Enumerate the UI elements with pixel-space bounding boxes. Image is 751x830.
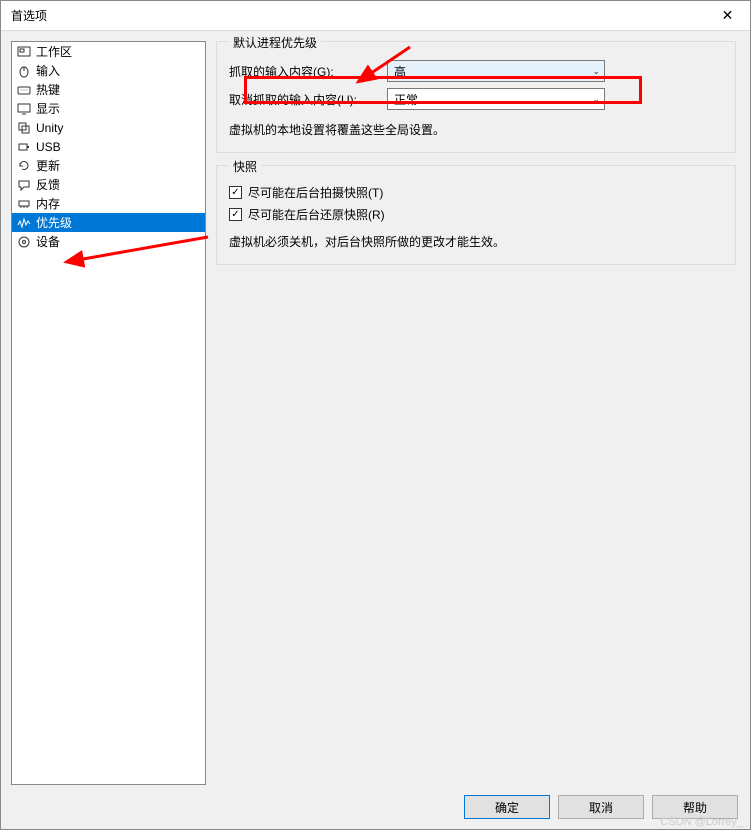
sidebar-item-label: USB [36, 140, 61, 154]
ungrabbed-input-row: 取消抓取的输入内容(U): 正常 ⌄ [229, 85, 723, 113]
priority-group: 默认进程优先级 抓取的输入内容(G): 高 ⌄ 取消抓取的输入内容(U): 正常 [216, 41, 736, 153]
memory-icon [16, 196, 32, 212]
sidebar-item-label: 设备 [36, 233, 60, 250]
bg-restore-row: ✓ 尽可能在后台还原快照(R) [229, 203, 723, 225]
close-icon: ✕ [722, 7, 734, 24]
priority-group-title: 默认进程优先级 [229, 34, 321, 51]
category-sidebar: 工作区 输入 热键 显示 [11, 41, 206, 785]
bg-take-row: ✓ 尽可能在后台拍摄快照(T) [229, 181, 723, 203]
sidebar-item-feedback[interactable]: 反馈 [12, 175, 205, 194]
sidebar-item-label: 热键 [36, 81, 60, 98]
sidebar-item-label: 输入 [36, 62, 60, 79]
titlebar: 首选项 ✕ [1, 1, 750, 31]
sidebar-item-input[interactable]: 输入 [12, 61, 205, 80]
ungrabbed-input-label: 取消抓取的输入内容(U): [229, 91, 379, 108]
sidebar-item-label: 显示 [36, 100, 60, 117]
content-area: 工作区 输入 热键 显示 [1, 31, 750, 785]
preferences-dialog: 首选项 ✕ 工作区 输入 热键 [0, 0, 751, 830]
snapshot-group-title: 快照 [229, 158, 261, 175]
grabbed-input-row: 抓取的输入内容(G): 高 ⌄ [229, 57, 723, 85]
sidebar-item-workspace[interactable]: 工作区 [12, 42, 205, 61]
sidebar-item-display[interactable]: 显示 [12, 99, 205, 118]
display-icon [16, 101, 32, 117]
usb-icon [16, 139, 32, 155]
chevron-down-icon: ⌄ [592, 94, 600, 105]
chevron-down-icon: ⌄ [592, 66, 600, 77]
workspace-icon [16, 44, 32, 60]
snapshot-hint: 虚拟机必须关机，对后台快照所做的更改才能生效。 [229, 233, 723, 250]
hotkey-icon [16, 82, 32, 98]
sidebar-item-memory[interactable]: 内存 [12, 194, 205, 213]
bg-restore-label: 尽可能在后台还原快照(R) [248, 206, 385, 223]
device-icon [16, 234, 32, 250]
grabbed-input-combo[interactable]: 高 ⌄ [387, 60, 605, 82]
sidebar-item-label: 反馈 [36, 176, 60, 193]
ok-button[interactable]: 确定 [464, 795, 550, 819]
sidebar-item-hotkey[interactable]: 热键 [12, 80, 205, 99]
dialog-footer: 确定 取消 帮助 [1, 785, 750, 829]
cancel-button[interactable]: 取消 [558, 795, 644, 819]
sidebar-item-device[interactable]: 设备 [12, 232, 205, 251]
main-panel: 默认进程优先级 抓取的输入内容(G): 高 ⌄ 取消抓取的输入内容(U): 正常 [216, 41, 740, 785]
feedback-icon [16, 177, 32, 193]
bg-restore-checkbox[interactable]: ✓ [229, 208, 242, 221]
input-icon [16, 63, 32, 79]
sidebar-item-usb[interactable]: USB [12, 137, 205, 156]
close-button[interactable]: ✕ [705, 1, 750, 31]
sidebar-item-priority[interactable]: 优先级 [12, 213, 205, 232]
snapshot-group: 快照 ✓ 尽可能在后台拍摄快照(T) ✓ 尽可能在后台还原快照(R) 虚拟机必须… [216, 165, 736, 265]
ungrabbed-input-value: 正常 [394, 91, 418, 108]
sidebar-item-label: 内存 [36, 195, 60, 212]
bg-take-label: 尽可能在后台拍摄快照(T) [248, 184, 383, 201]
watermark: CSDN @Lorrey_ [660, 816, 743, 828]
unity-icon [16, 120, 32, 136]
ungrabbed-input-combo[interactable]: 正常 ⌄ [387, 88, 605, 110]
grabbed-input-value: 高 [394, 63, 406, 80]
sidebar-item-unity[interactable]: Unity [12, 118, 205, 137]
sidebar-item-label: 更新 [36, 157, 60, 174]
sidebar-item-label: Unity [36, 121, 63, 135]
update-icon [16, 158, 32, 174]
sidebar-item-update[interactable]: 更新 [12, 156, 205, 175]
bg-take-checkbox[interactable]: ✓ [229, 186, 242, 199]
priority-icon [16, 215, 32, 231]
priority-hint: 虚拟机的本地设置将覆盖这些全局设置。 [229, 121, 723, 138]
grabbed-input-label: 抓取的输入内容(G): [229, 63, 379, 80]
sidebar-item-label: 优先级 [36, 214, 72, 231]
window-title: 首选项 [11, 7, 47, 24]
sidebar-item-label: 工作区 [36, 43, 72, 60]
